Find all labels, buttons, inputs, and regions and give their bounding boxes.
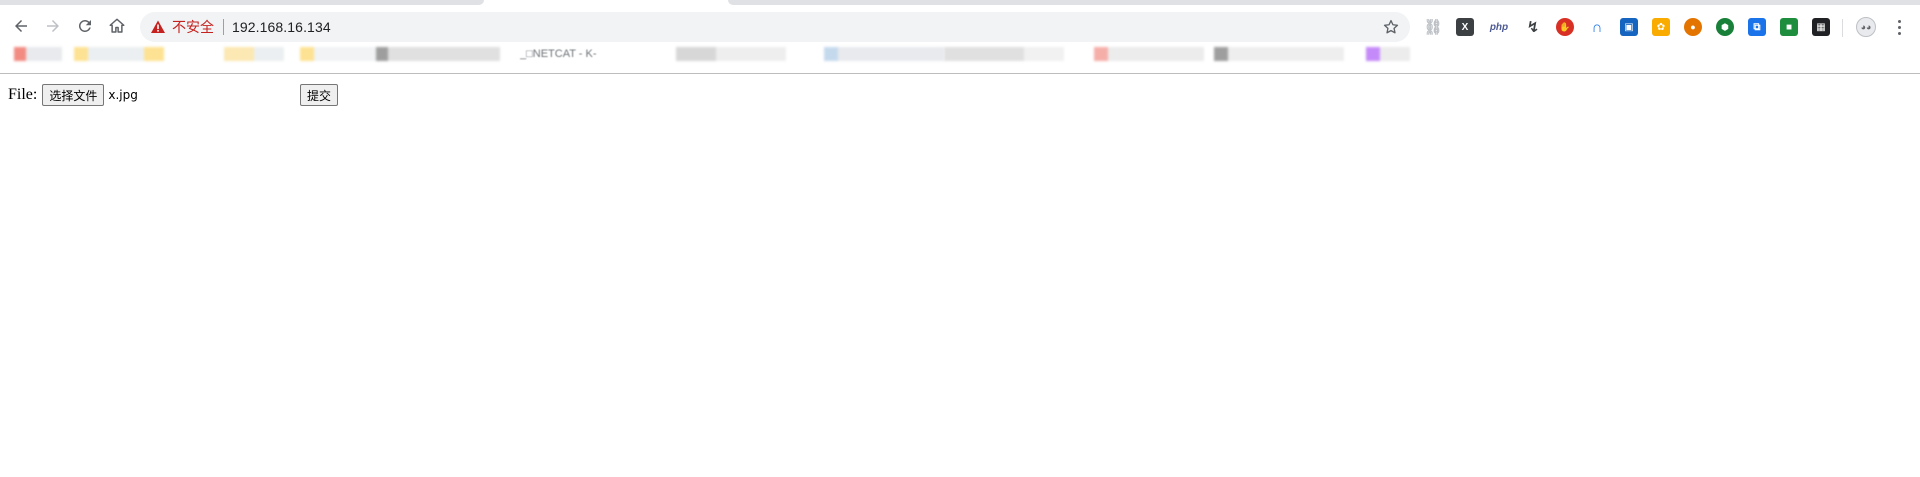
submit-button[interactable]: 提交	[300, 84, 339, 106]
wheel-icon[interactable]: ✿	[1652, 18, 1670, 36]
bookmark-item[interactable]	[676, 47, 786, 61]
bookmarks-bar: _□NETCAT - K-	[0, 43, 1920, 74]
green-square-icon[interactable]: ■	[1780, 18, 1798, 36]
graph-icon[interactable]: ↯	[1524, 18, 1542, 36]
url-text[interactable]: 192.168.16.134	[232, 19, 331, 35]
home-icon	[109, 18, 125, 33]
reload-button[interactable]	[72, 13, 98, 39]
link-icon[interactable]: ⛓	[1423, 18, 1442, 36]
hand-icon[interactable]: ✋	[1556, 18, 1574, 36]
arrow-left-icon	[15, 20, 27, 32]
shield-icon[interactable]: ⬢	[1716, 18, 1734, 36]
cookie-icon[interactable]: ●	[1684, 18, 1702, 36]
extensions-bar: ⛓ Xphp ↯ ✋ ∩ ▣ ✿ ● ⬢ ⧉ ■ ▦	[1423, 16, 1844, 38]
selected-file-name: x.jpg	[108, 88, 138, 102]
warning-icon[interactable]	[150, 19, 166, 35]
security-label[interactable]: 不安全	[172, 17, 214, 37]
back-button[interactable]	[8, 13, 34, 39]
reload-icon	[78, 19, 91, 32]
php-icon[interactable]: php	[1488, 18, 1510, 36]
upload-form: File: 选择文件 x.jpg	[8, 84, 138, 106]
toolbar-divider	[1842, 19, 1843, 37]
profile-avatar[interactable]: ◕◕	[1856, 17, 1876, 37]
bookmark-item[interactable]	[1214, 47, 1344, 61]
bookmark-item[interactable]	[300, 47, 500, 61]
home-button[interactable]	[104, 13, 130, 39]
x-icon[interactable]: X	[1456, 18, 1474, 36]
arch-icon[interactable]: ∩	[1588, 18, 1606, 36]
bookmark-item[interactable]	[1366, 47, 1410, 61]
address-bar[interactable]: 不安全 192.168.16.134	[140, 12, 1410, 42]
bookmark-item[interactable]	[224, 47, 284, 61]
forward-button[interactable]	[40, 13, 66, 39]
file-label: File:	[8, 86, 38, 103]
omnibox-separator	[223, 19, 224, 35]
screen-icon[interactable]: ⧉	[1748, 18, 1766, 36]
bookmark-item[interactable]	[14, 47, 62, 61]
choose-file-button[interactable]: 选择文件	[42, 84, 105, 106]
dark-square-icon[interactable]: ▦	[1812, 18, 1830, 36]
bookmark-item[interactable]	[824, 47, 944, 61]
page-content: File: 选择文件 x.jpg 提交	[0, 74, 1920, 477]
translate-icon[interactable]: ▣	[1620, 18, 1638, 36]
bookmark-item[interactable]	[1094, 47, 1204, 61]
arrow-right-icon	[47, 20, 59, 32]
star-icon[interactable]	[1382, 18, 1400, 36]
bookmark-item[interactable]	[944, 47, 1064, 61]
bookmark-item-netcat[interactable]: _□NETCAT - K-	[520, 47, 650, 61]
browser-toolbar: 不安全 192.168.16.134 ⛓ Xphp ↯ ✋ ∩ ▣ ✿ ● ⬢ ⧉ ■ ▦ ◕◕	[0, 5, 1920, 43]
browser-menu-button[interactable]	[1892, 17, 1906, 37]
bookmark-item[interactable]	[74, 47, 164, 61]
